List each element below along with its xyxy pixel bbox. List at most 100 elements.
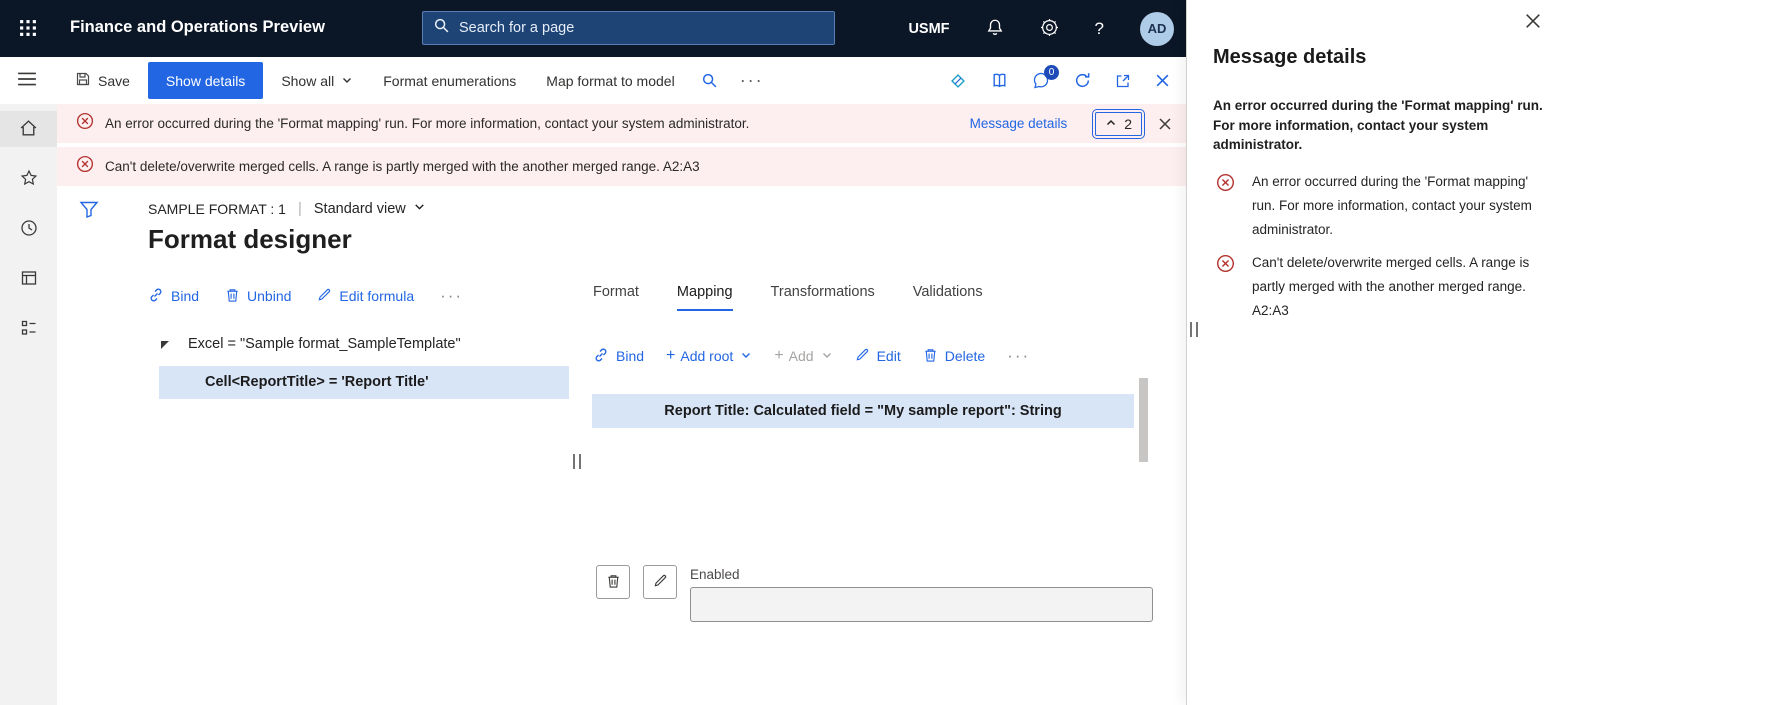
panel-splitter-handle[interactable] xyxy=(1190,322,1198,337)
show-all-button[interactable]: Show all xyxy=(281,73,353,89)
company-picker[interactable]: USMF xyxy=(908,21,949,37)
refresh-icon[interactable] xyxy=(1074,72,1091,89)
save-button[interactable]: Save xyxy=(75,71,130,90)
edit-formula-button[interactable]: Edit formula xyxy=(317,287,414,305)
page-title: Format designer xyxy=(148,224,352,254)
add-root-button[interactable]: + Add root xyxy=(666,347,752,365)
delete-button[interactable]: Delete xyxy=(923,347,985,366)
mapping-selected-row[interactable]: Report Title: Calculated field = "My sam… xyxy=(592,394,1134,428)
close-panel-icon[interactable] xyxy=(1525,13,1541,29)
sidebar-item-recent[interactable] xyxy=(0,211,57,247)
more-commands-icon[interactable]: ··· xyxy=(740,70,764,91)
chevron-down-icon xyxy=(341,73,353,89)
app-launcher-icon[interactable] xyxy=(18,19,38,39)
user-avatar[interactable]: AD xyxy=(1140,11,1174,46)
sidebar-item-modules[interactable] xyxy=(0,311,57,347)
bind-button[interactable]: Bind xyxy=(148,287,199,306)
error-message-text: An error occurred during the 'Format map… xyxy=(105,116,750,131)
tab-mapping[interactable]: Mapping xyxy=(676,284,733,311)
pane-splitter-handle[interactable] xyxy=(573,454,581,469)
plus-icon: + xyxy=(774,347,784,364)
list-item: An error occurred during the 'Format map… xyxy=(1216,170,1576,242)
close-page-icon[interactable] xyxy=(1155,73,1170,88)
edit-property-button[interactable] xyxy=(643,565,677,599)
gear-icon xyxy=(1040,18,1059,40)
clock-icon xyxy=(20,219,38,240)
trash-icon xyxy=(225,287,240,306)
settings-button[interactable] xyxy=(1040,18,1059,40)
error-message-bar-2: Can't delete/overwrite merged cells. A r… xyxy=(57,147,1186,186)
tab-validations[interactable]: Validations xyxy=(913,284,983,311)
mapping-bind-button[interactable]: Bind xyxy=(593,347,644,366)
chevron-down-icon xyxy=(740,348,752,364)
trash-icon xyxy=(923,347,938,366)
caption-separator: | xyxy=(297,200,302,217)
error-circle-icon xyxy=(76,155,94,178)
save-icon xyxy=(75,71,91,90)
sidebar-item-favorites[interactable] xyxy=(0,161,57,197)
action-pane: Save Show details Show all Format enumer… xyxy=(57,57,1186,104)
format-tree-toolbar: Bind Unbind Edit formula ··· xyxy=(148,286,463,306)
more-options-icon[interactable]: ··· xyxy=(1007,346,1030,366)
modules-list-icon xyxy=(20,319,38,340)
record-caption: SAMPLE FORMAT : 1 xyxy=(148,200,286,217)
show-details-button[interactable]: Show details xyxy=(147,62,264,99)
sidebar-item-home[interactable] xyxy=(0,111,57,147)
navbar-search[interactable] xyxy=(422,11,835,45)
message-item-text: Can't delete/overwrite merged cells. A r… xyxy=(1252,255,1530,318)
sidebar-item-workspaces[interactable] xyxy=(0,261,57,297)
dismiss-messages-icon[interactable] xyxy=(1158,117,1172,131)
help-button[interactable]: ? xyxy=(1095,19,1104,39)
designer-icon[interactable] xyxy=(949,72,967,90)
workspace-icon xyxy=(20,269,38,290)
find-icon[interactable] xyxy=(701,72,718,89)
edit-button[interactable]: Edit xyxy=(855,347,901,365)
feedback-icon[interactable]: 0 xyxy=(1032,64,1059,90)
tree-selected-node[interactable]: Cell<ReportTitle> = 'Report Title' xyxy=(159,366,569,399)
error-message-text: Can't delete/overwrite merged cells. A r… xyxy=(105,159,700,174)
app-root: Finance and Operations Preview USMF ? AD xyxy=(0,0,1776,705)
tab-format[interactable]: Format xyxy=(593,284,639,311)
enabled-field-label: Enabled xyxy=(690,567,740,582)
feedback-badge: 0 xyxy=(1044,64,1059,80)
top-navbar: Finance and Operations Preview USMF ? AD xyxy=(0,0,1186,57)
unbind-button[interactable]: Unbind xyxy=(225,287,291,306)
chevron-down-icon xyxy=(821,348,833,364)
tab-transformations[interactable]: Transformations xyxy=(771,284,875,311)
pencil-icon xyxy=(855,347,870,365)
vertical-scrollbar-thumb[interactable] xyxy=(1139,378,1148,462)
search-icon xyxy=(433,17,450,39)
plus-icon: + xyxy=(666,347,676,364)
bell-icon xyxy=(986,18,1004,39)
enabled-field-input[interactable] xyxy=(690,587,1153,622)
hamburger-menu-icon[interactable] xyxy=(17,71,37,90)
view-selector[interactable]: Standard view xyxy=(314,200,426,217)
trash-icon xyxy=(606,573,621,592)
mobile-app-icon[interactable] xyxy=(991,72,1008,89)
error-circle-icon xyxy=(1216,170,1235,242)
pencil-icon xyxy=(317,287,332,305)
record-caption-row: SAMPLE FORMAT : 1 | Standard view xyxy=(148,200,426,217)
more-options-icon[interactable]: ··· xyxy=(440,286,463,306)
format-enumerations-button[interactable]: Format enumerations xyxy=(383,73,516,89)
tree-root-node[interactable]: Excel = "Sample format_SampleTemplate" xyxy=(188,336,461,352)
open-in-new-window-icon[interactable] xyxy=(1115,73,1131,89)
message-details-link[interactable]: Message details xyxy=(970,116,1068,131)
navbar-search-input[interactable] xyxy=(459,20,824,36)
collapse-messages-button[interactable]: 2 xyxy=(1092,108,1145,139)
chevron-up-icon xyxy=(1105,116,1117,132)
add-button: + Add xyxy=(774,347,832,365)
message-item-text: An error occurred during the 'Format map… xyxy=(1252,174,1532,237)
delete-property-button[interactable] xyxy=(596,565,630,599)
tree-expand-icon[interactable] xyxy=(161,341,169,349)
notifications-button[interactable] xyxy=(986,18,1004,39)
list-item: Can't delete/overwrite merged cells. A r… xyxy=(1216,251,1576,323)
navbar-right-cluster: USMF ? AD xyxy=(908,0,1174,57)
link-icon xyxy=(593,347,609,366)
mapping-toolbar: Bind + Add root + Add Edit Delete ··· xyxy=(593,346,1030,366)
map-format-to-model-button[interactable]: Map format to model xyxy=(546,73,674,89)
message-details-panel: Message details An error occurred during… xyxy=(1186,0,1776,705)
filter-icon[interactable] xyxy=(79,200,99,222)
panel-message-list: An error occurred during the 'Format map… xyxy=(1216,170,1576,332)
link-icon xyxy=(148,287,164,306)
